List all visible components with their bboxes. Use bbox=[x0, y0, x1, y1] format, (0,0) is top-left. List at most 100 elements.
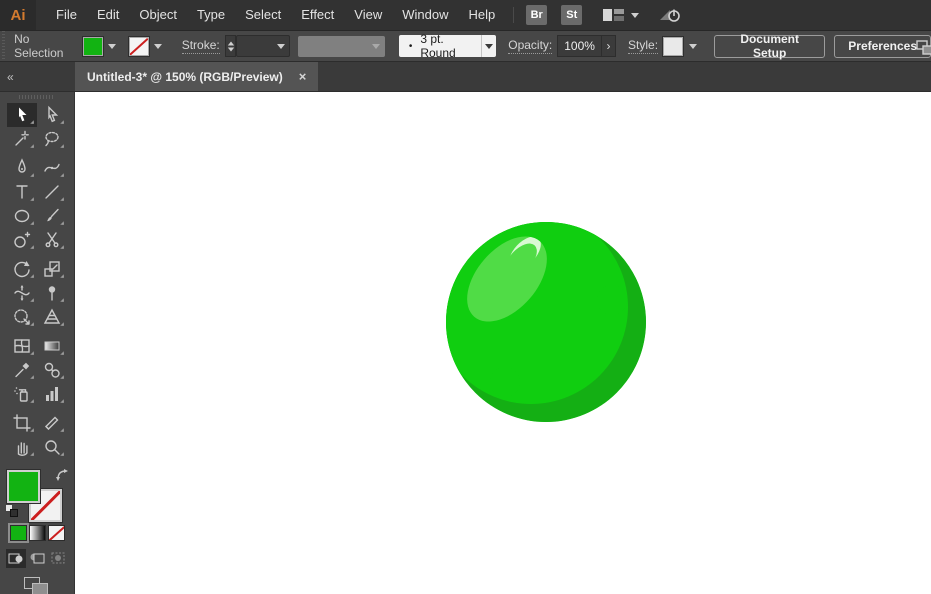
menu-bar: Ai File Edit Object Type Select Effect View Win… bbox=[0, 0, 931, 30]
opacity-input[interactable]: 100% bbox=[557, 35, 602, 57]
toolbar-collapse-button[interactable]: « bbox=[0, 62, 75, 91]
menu-item-type[interactable]: Type bbox=[187, 0, 235, 30]
zoom-tool[interactable] bbox=[37, 435, 67, 459]
graphic-style-swatch[interactable] bbox=[662, 35, 685, 57]
scissors-tool-icon bbox=[45, 232, 59, 248]
hand-tool[interactable] bbox=[7, 435, 37, 459]
default-stroke-icon bbox=[10, 508, 18, 517]
zoom-tool-icon bbox=[45, 440, 60, 456]
style-label[interactable]: Style: bbox=[628, 38, 659, 54]
menu-item-edit[interactable]: Edit bbox=[87, 0, 129, 30]
flyout-indicator bbox=[60, 245, 64, 250]
swap-arrows-icon bbox=[56, 469, 68, 482]
type-tool[interactable] bbox=[7, 180, 37, 204]
color-mode-buttons bbox=[7, 522, 65, 543]
gpu-performance-icon bbox=[660, 9, 681, 22]
menu-item-file[interactable]: File bbox=[46, 0, 87, 30]
none-button[interactable] bbox=[47, 524, 65, 541]
fill-color-dropdown[interactable] bbox=[105, 37, 120, 56]
symbol-sprayer-tool[interactable] bbox=[7, 382, 37, 406]
menu-item-select[interactable]: Select bbox=[235, 0, 291, 30]
pen-tool[interactable] bbox=[7, 156, 37, 180]
close-tab-icon[interactable]: × bbox=[299, 69, 307, 84]
flyout-indicator bbox=[30, 221, 34, 226]
curvature-tool[interactable] bbox=[37, 156, 67, 180]
ellipse-tool[interactable] bbox=[7, 204, 37, 228]
collapse-double-chevron-icon: « bbox=[7, 69, 14, 84]
drawing-mode-buttons bbox=[6, 548, 68, 568]
slice-tool[interactable] bbox=[37, 411, 67, 435]
flyout-indicator bbox=[60, 375, 64, 380]
lasso-tool-icon bbox=[45, 132, 59, 147]
default-fill-stroke-button[interactable] bbox=[5, 503, 18, 517]
stroke-color-swatch[interactable] bbox=[127, 35, 150, 57]
fill-color-swatch[interactable] bbox=[81, 35, 104, 57]
paintbrush-tool-icon bbox=[47, 209, 59, 222]
workspace-switcher[interactable] bbox=[602, 8, 640, 23]
draw-normal-button[interactable] bbox=[6, 548, 26, 568]
shape-builder-tool[interactable] bbox=[7, 228, 37, 252]
flyout-indicator bbox=[60, 197, 64, 202]
line-segment-tool[interactable] bbox=[37, 180, 67, 204]
menu-item-effect[interactable]: Effect bbox=[291, 0, 344, 30]
stroke-weight-label[interactable]: Stroke: bbox=[181, 38, 220, 54]
width-tool[interactable] bbox=[7, 281, 37, 305]
draw-behind-button[interactable] bbox=[27, 549, 47, 568]
fill-color-box[interactable] bbox=[6, 469, 41, 505]
menu-item-window[interactable]: Window bbox=[392, 0, 458, 30]
selection-tool[interactable] bbox=[7, 103, 37, 128]
flyout-indicator bbox=[30, 399, 34, 404]
eyedropper-tool[interactable] bbox=[7, 358, 37, 382]
gradient-button[interactable] bbox=[28, 524, 46, 541]
stepper-up-icon bbox=[227, 41, 234, 45]
scissors-tool[interactable] bbox=[37, 228, 67, 252]
artboard-canvas[interactable] bbox=[75, 92, 931, 594]
rotate-tool[interactable] bbox=[7, 257, 37, 281]
perspective-grid-tool[interactable] bbox=[37, 305, 67, 329]
flyout-indicator bbox=[30, 298, 34, 303]
artboard-tool[interactable] bbox=[7, 411, 37, 435]
flyout-indicator bbox=[60, 144, 64, 149]
menu-item-object[interactable]: Object bbox=[129, 0, 187, 30]
brush-definition-select[interactable]: • 3 pt. Round bbox=[398, 32, 497, 60]
blend-tool[interactable] bbox=[37, 358, 67, 382]
menu-item-view[interactable]: View bbox=[344, 0, 392, 30]
document-tab[interactable]: Untitled-3* @ 150% (RGB/Preview) × bbox=[75, 62, 319, 91]
column-graph-tool[interactable] bbox=[37, 382, 67, 406]
draw-inside-button[interactable] bbox=[48, 549, 68, 568]
opacity-label[interactable]: Opacity: bbox=[508, 38, 553, 54]
color-button[interactable] bbox=[7, 522, 29, 543]
toolbar-grip[interactable] bbox=[19, 95, 55, 100]
flyout-indicator bbox=[60, 120, 64, 125]
stock-button[interactable]: St bbox=[561, 5, 583, 25]
opacity-expand-button[interactable]: › bbox=[601, 35, 617, 57]
brush-dropdown-button[interactable] bbox=[481, 35, 496, 57]
align-panel-icon[interactable] bbox=[915, 38, 931, 56]
stroke-weight-select[interactable] bbox=[236, 35, 290, 57]
panel-grip[interactable] bbox=[0, 31, 7, 61]
stroke-color-dropdown[interactable] bbox=[151, 37, 166, 56]
paintbrush-tool[interactable] bbox=[37, 204, 67, 228]
swap-fill-stroke-button[interactable] bbox=[55, 468, 69, 487]
gpu-performance-button[interactable] bbox=[657, 6, 683, 24]
change-screen-mode-button[interactable] bbox=[24, 576, 50, 594]
menubar-divider bbox=[513, 7, 515, 23]
illustrator-window: Ai File Edit Object Type Select Effect View Win… bbox=[0, 0, 931, 594]
mesh-tool[interactable] bbox=[7, 334, 37, 358]
puppet-warp-tool[interactable] bbox=[37, 281, 67, 305]
graphic-style-dropdown[interactable] bbox=[685, 37, 700, 56]
tool-groups bbox=[7, 103, 67, 464]
gradient-tool[interactable] bbox=[37, 334, 67, 358]
scale-tool[interactable] bbox=[37, 257, 67, 281]
bridge-button[interactable]: Br bbox=[526, 5, 548, 25]
free-transform-tool[interactable] bbox=[7, 305, 37, 329]
direct-selection-tool[interactable] bbox=[37, 103, 67, 127]
green-ball-artwork[interactable] bbox=[436, 212, 656, 432]
flyout-indicator bbox=[30, 144, 34, 149]
stroke-weight-stepper[interactable] bbox=[224, 35, 237, 57]
lasso-tool[interactable] bbox=[37, 127, 67, 151]
magic-wand-tool[interactable] bbox=[7, 127, 37, 151]
document-setup-button[interactable]: Document Setup bbox=[714, 32, 826, 60]
menu-item-help[interactable]: Help bbox=[458, 0, 505, 30]
free-transform-tool-icon bbox=[14, 309, 30, 326]
